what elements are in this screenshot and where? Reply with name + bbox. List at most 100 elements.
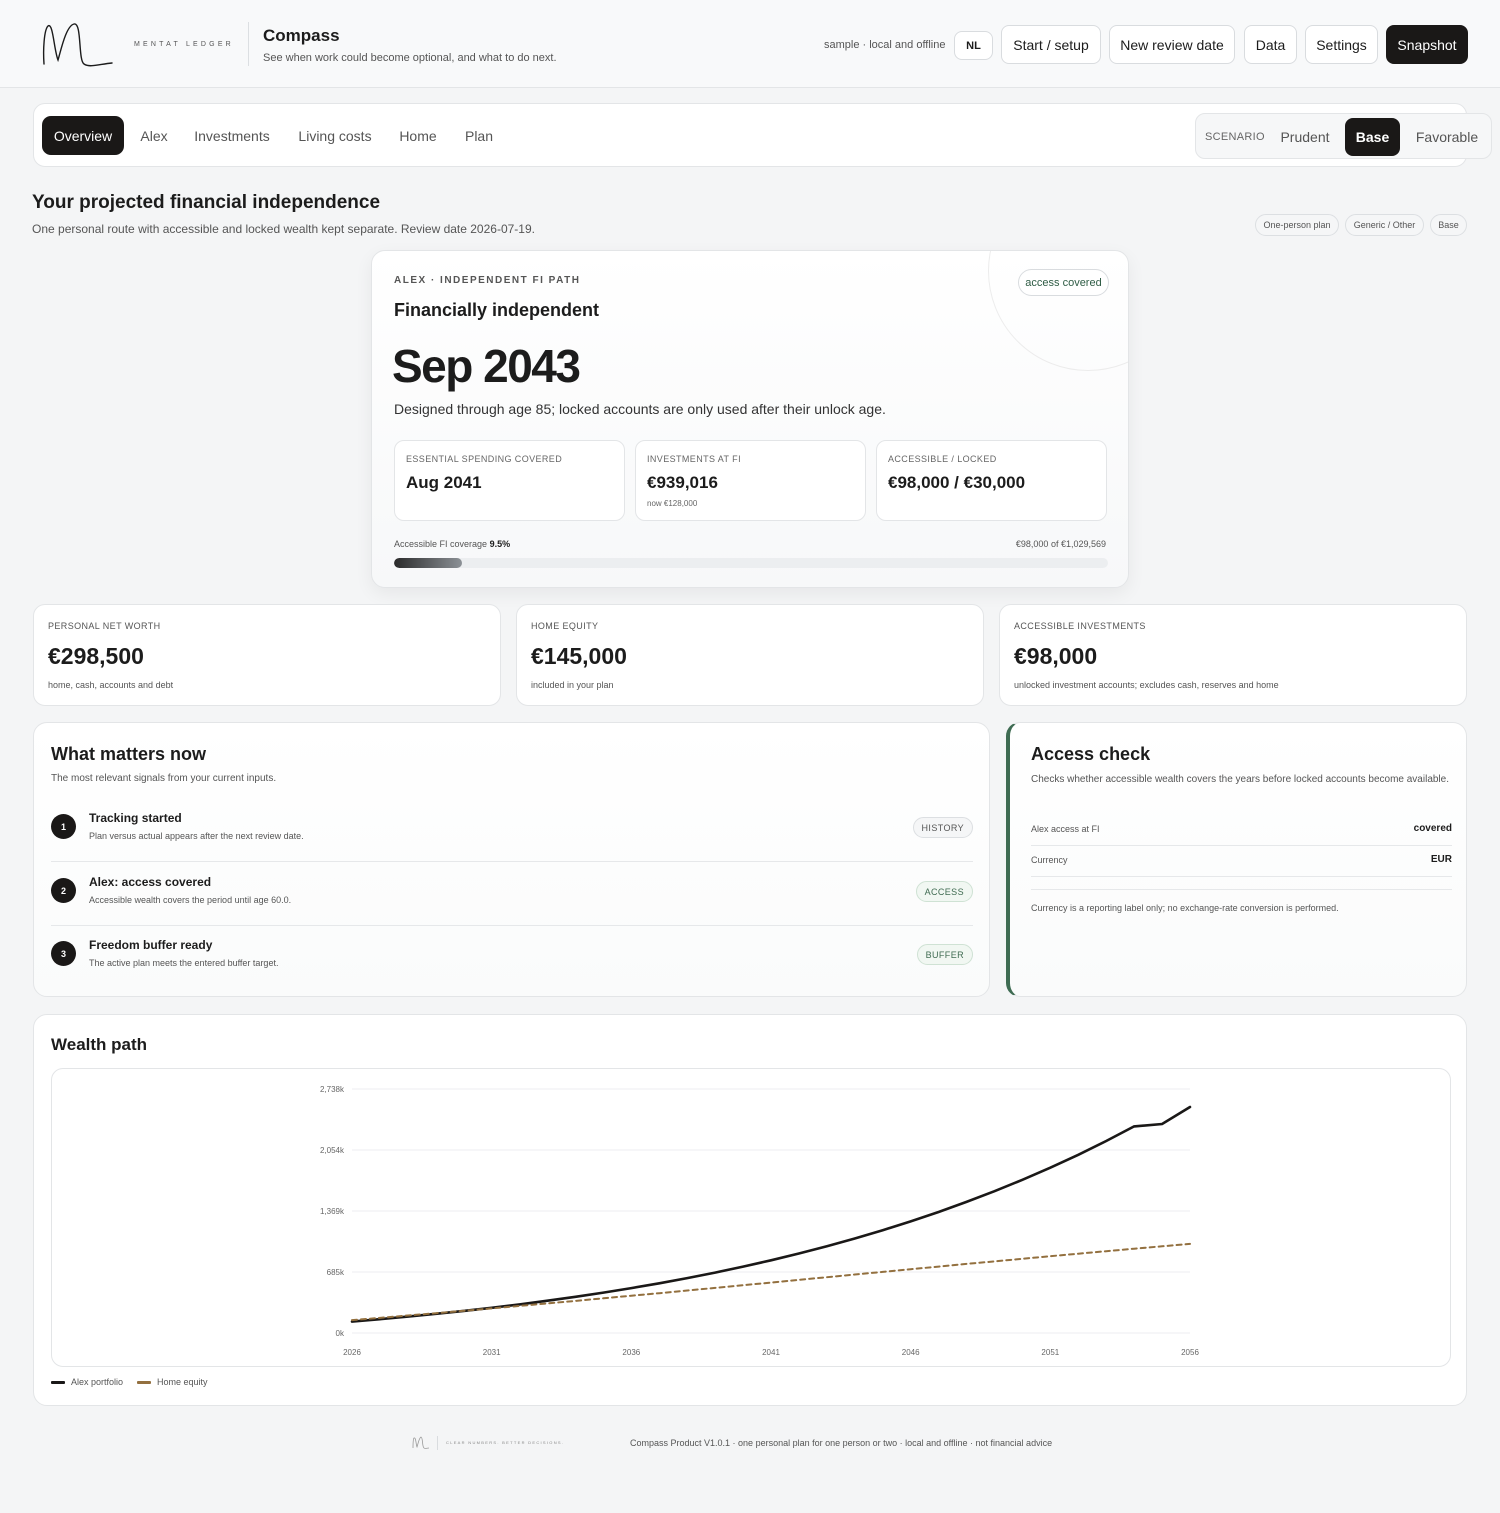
- series-line-home-equity: [351, 1242, 1191, 1322]
- header-divider: [248, 22, 249, 66]
- signal-number: 2: [51, 878, 76, 903]
- what-matters-subtitle: The most relevant signals from your curr…: [51, 773, 277, 784]
- fi-date: Sep 2043: [392, 340, 581, 392]
- signal-number: 3: [51, 941, 76, 966]
- access-row: Currency EUR: [1031, 846, 1452, 877]
- signal-description: The active plan meets the entered buffer…: [89, 958, 279, 968]
- metric-label: HOME EQUITY: [531, 621, 599, 631]
- coverage-progress-fill: [394, 558, 462, 568]
- y-tick-label: 0k: [336, 1329, 345, 1338]
- stat-value: Aug 2041: [406, 473, 482, 492]
- metric-label: ACCESSIBLE INVESTMENTS: [1014, 621, 1146, 631]
- legend-swatch: [51, 1380, 65, 1384]
- tab-alex[interactable]: Alex: [134, 116, 174, 155]
- settings-button[interactable]: Settings: [1305, 25, 1378, 64]
- series-line-alex-portfolio: [350, 1105, 1192, 1323]
- x-tick-label: 2036: [622, 1348, 640, 1357]
- signal-title: Tracking started: [89, 811, 182, 825]
- coverage-value: 9.5%: [489, 539, 511, 549]
- signal-title: Freedom buffer ready: [89, 938, 213, 952]
- signal-item[interactable]: 2 Alex: access covered Accessible wealth…: [51, 867, 973, 931]
- footer-divider: [437, 1436, 438, 1450]
- chart-legend: Alex portfolio Home equity: [51, 1377, 208, 1387]
- y-tick-label: 2,054k: [320, 1146, 345, 1155]
- legend-label: Alex portfolio: [71, 1377, 124, 1387]
- scenario-chip: Base: [1430, 214, 1467, 236]
- scenario-base[interactable]: Base: [1345, 118, 1400, 156]
- divider: [1031, 889, 1452, 890]
- access-row-value: EUR: [1430, 854, 1452, 865]
- app-subtitle: See when work could become optional, and…: [263, 52, 557, 64]
- signal-tag: ACCESS: [915, 881, 973, 902]
- metric-net-worth: PERSONAL NET WORTH €298,500 home, cash, …: [33, 604, 501, 706]
- mentat-ledger-logo: [42, 23, 113, 67]
- what-matters-title: What matters now: [51, 744, 207, 764]
- signal-tag: BUFFER: [916, 944, 973, 965]
- legend-item: Home equity: [137, 1377, 208, 1387]
- access-check-note: Currency is a reporting label only; no e…: [1031, 903, 1339, 913]
- app-title: Compass: [263, 26, 340, 45]
- signal-tag: HISTORY: [912, 817, 973, 838]
- wealth-path-chart: 0k 685k 1,369k 2,054k 2,738k 2026 2031 2036 2041…: [320, 1085, 1199, 1357]
- scenario-favorable[interactable]: Favorable: [1406, 118, 1488, 156]
- metric-note: unlocked investment accounts; excludes c…: [1014, 680, 1279, 690]
- footer-logo: [412, 1436, 430, 1449]
- scenario-prudent[interactable]: Prudent: [1270, 118, 1340, 156]
- access-row-value: covered: [1413, 823, 1452, 834]
- plan-type-chip: One-person plan: [1255, 214, 1339, 236]
- stat-essential-spending: ESSENTIAL SPENDING COVERED Aug 2041: [394, 440, 625, 521]
- stat-label: INVESTMENTS AT FI: [647, 454, 741, 464]
- x-tick-label: 2041: [762, 1348, 780, 1357]
- y-tick-label: 2,738k: [320, 1085, 345, 1094]
- stat-label: ESSENTIAL SPENDING COVERED: [406, 454, 563, 464]
- stat-note: now €128,000: [647, 499, 698, 508]
- signal-description: Plan versus actual appears after the nex…: [89, 831, 304, 841]
- y-tick-label: 685k: [327, 1268, 345, 1277]
- signal-item[interactable]: 1 Tracking started Plan versus actual ap…: [51, 803, 973, 867]
- signal-item[interactable]: 3 Freedom buffer ready The active plan m…: [51, 930, 973, 994]
- scenario-switch: SCENARIO Prudent Base Favorable: [1195, 113, 1492, 159]
- tab-home[interactable]: Home: [392, 116, 444, 155]
- access-row-key: Alex access at FI: [1031, 824, 1100, 834]
- access-check-subtitle: Checks whether accessible wealth covers …: [1031, 774, 1449, 785]
- access-row-key: Currency: [1031, 855, 1068, 865]
- footer-text: Compass Product V1.0.1 · one personal pl…: [630, 1438, 1053, 1448]
- fi-hero-card: ALEX · INDEPENDENT FI PATH Financially i…: [371, 250, 1129, 588]
- page-title: Your projected financial independence: [32, 192, 381, 213]
- wealth-chart-frame: 0k 685k 1,369k 2,054k 2,738k 2026 2031 2036 2041…: [51, 1068, 1451, 1367]
- language-toggle-button[interactable]: NL: [954, 31, 993, 60]
- stat-value: €98,000 / €30,000: [888, 473, 1026, 492]
- stat-investments-at-fi: INVESTMENTS AT FI €939,016 now €128,000: [635, 440, 866, 521]
- start-setup-button[interactable]: Start / setup: [1001, 25, 1101, 64]
- legend-swatch: [137, 1380, 152, 1384]
- data-button[interactable]: Data: [1244, 25, 1297, 64]
- tab-plan[interactable]: Plan: [459, 116, 499, 155]
- divider: [51, 861, 973, 862]
- y-tick-label: 1,369k: [320, 1207, 345, 1216]
- page-subtitle: One personal route with accessible and l…: [32, 222, 535, 236]
- metric-value: €145,000: [531, 643, 627, 669]
- profile-chip: Generic / Other: [1345, 214, 1424, 236]
- signal-description: Accessible wealth covers the period unti…: [89, 895, 292, 905]
- brand-wordmark: MENTAT LEDGER: [134, 41, 234, 48]
- access-check-title: Access check: [1031, 744, 1151, 764]
- access-status-badge: access covered: [1018, 269, 1109, 296]
- wealth-path-panel: Wealth path 0k 685k 1,369k 2,054k 2,738k 2026…: [33, 1014, 1467, 1406]
- tab-investments[interactable]: Investments: [189, 116, 275, 155]
- tab-living-costs[interactable]: Living costs: [292, 116, 378, 155]
- main-nav: Overview Alex Investments Living costs H…: [33, 103, 1492, 167]
- metric-value: €98,000: [1014, 643, 1098, 669]
- footer-tagline: CLEAR NUMBERS. BETTER DECISIONS.: [446, 1440, 565, 1445]
- coverage-detail: €98,000 of €1,029,569: [1015, 539, 1106, 549]
- coverage-label: Accessible FI coverage 9.5%: [394, 539, 510, 549]
- metric-accessible-investments: ACCESSIBLE INVESTMENTS €98,000 unlocked …: [999, 604, 1467, 706]
- legend-item: Alex portfolio: [51, 1377, 123, 1387]
- stat-accessible-locked: ACCESSIBLE / LOCKED €98,000 / €30,000: [876, 440, 1107, 521]
- coverage-label-text: Accessible FI coverage: [394, 539, 488, 549]
- snapshot-button[interactable]: Snapshot: [1386, 25, 1468, 64]
- access-row: Alex access at FI covered: [1031, 815, 1452, 846]
- new-review-date-button[interactable]: New review date: [1109, 25, 1235, 64]
- metric-value: €298,500: [48, 643, 144, 669]
- tab-overview[interactable]: Overview: [42, 116, 124, 155]
- metric-home-equity: HOME EQUITY €145,000 included in your pl…: [516, 604, 984, 706]
